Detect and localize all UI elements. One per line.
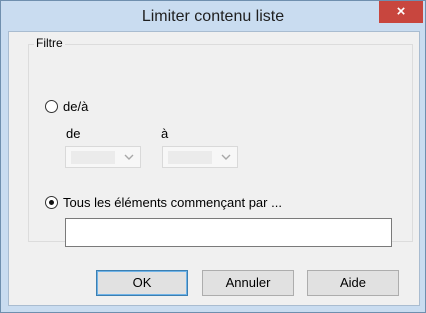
chevron-down-icon [124,154,134,160]
close-icon: × [396,3,406,20]
filter-groupbox: Filtre [28,36,413,242]
range-radio-label[interactable]: de/à [63,99,88,114]
range-radio[interactable] [45,100,58,113]
help-button[interactable]: Aide [307,270,399,296]
from-combobox-value [71,151,115,164]
radio-selected-dot [49,200,54,205]
prefix-radio-label[interactable]: Tous les éléments commençant par ... [63,195,282,210]
prefix-radio[interactable] [45,196,58,209]
ok-button[interactable]: OK [96,270,188,296]
cancel-button[interactable]: Annuler [202,270,294,296]
to-combobox[interactable] [162,146,238,168]
dialog-title: Limiter contenu liste [141,8,285,25]
close-button[interactable]: × [379,1,423,23]
to-combobox-value [168,151,212,164]
from-label: de [66,126,81,141]
to-label: à [161,126,169,141]
from-combobox[interactable] [65,146,141,168]
title-bar[interactable]: Limiter contenu liste × [1,1,425,31]
filter-group-label: Filtre [34,36,65,50]
prefix-text-input[interactable] [65,218,392,247]
chevron-down-icon [221,154,231,160]
